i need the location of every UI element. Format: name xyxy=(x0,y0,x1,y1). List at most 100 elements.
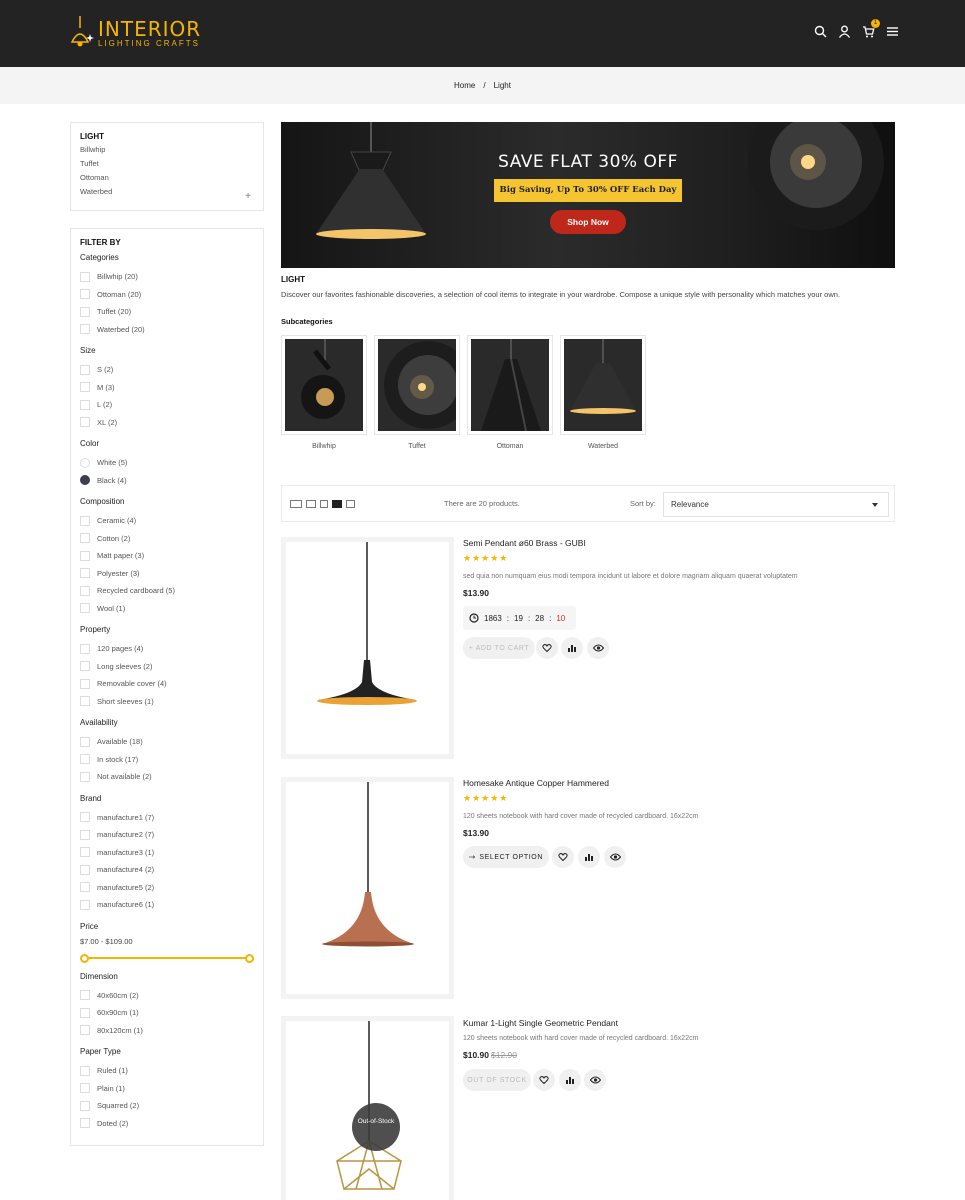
checkbox[interactable] xyxy=(80,1007,90,1018)
subcategory-item[interactable]: Billwhip xyxy=(281,335,367,450)
filter-option[interactable]: Removable cover (4) xyxy=(80,675,254,693)
filter-option[interactable]: L (2) xyxy=(80,396,254,414)
checkbox[interactable] xyxy=(80,864,90,875)
subcategory-label[interactable]: Waterbed xyxy=(560,443,646,450)
filter-option[interactable]: manufacture5 (2) xyxy=(80,879,254,897)
promo-banner[interactable]: SAVE FLAT 30% OFF Big Saving, Up To 30% … xyxy=(281,122,895,268)
filter-option[interactable]: M (3) xyxy=(80,379,254,397)
subcategory-image[interactable] xyxy=(471,339,549,431)
checkbox[interactable] xyxy=(80,324,90,335)
filter-option[interactable]: Matt paper (3) xyxy=(80,547,254,565)
checkbox[interactable] xyxy=(80,289,90,300)
list-large-view-icon[interactable] xyxy=(346,500,355,508)
filter-option[interactable]: Ottoman (20) xyxy=(80,286,254,304)
filter-option[interactable]: Waterbed (20) xyxy=(80,321,254,339)
filter-option[interactable]: manufacture3 (1) xyxy=(80,844,254,862)
price-slider-max-handle[interactable] xyxy=(245,953,254,963)
filter-option[interactable]: Short sleeves (1) xyxy=(80,693,254,711)
list-view-icon[interactable] xyxy=(332,500,342,508)
checkbox[interactable] xyxy=(80,736,90,747)
filter-option[interactable]: 120 pages (4) xyxy=(80,640,254,658)
filter-option[interactable]: 80x120cm (1) xyxy=(80,1022,254,1040)
checkbox[interactable] xyxy=(80,417,90,428)
search-icon[interactable] xyxy=(814,25,827,38)
color-swatch-white[interactable] xyxy=(80,457,90,468)
checkbox[interactable] xyxy=(80,399,90,410)
filter-option[interactable]: Ceramic (4) xyxy=(80,512,254,530)
subcategory-image[interactable] xyxy=(564,339,642,431)
checkbox[interactable] xyxy=(80,364,90,375)
filter-option[interactable]: Long sleeves (2) xyxy=(80,658,254,676)
checkbox[interactable] xyxy=(80,754,90,765)
subcategory-image[interactable] xyxy=(378,339,456,431)
expand-toggle-icon[interactable]: + xyxy=(245,191,251,202)
checkbox[interactable] xyxy=(80,515,90,526)
filter-option[interactable]: In stock (17) xyxy=(80,751,254,769)
add-to-cart-button[interactable]: + ADD TO CART xyxy=(463,637,535,659)
filter-option[interactable]: S (2) xyxy=(80,361,254,379)
grid-3-view-icon[interactable] xyxy=(320,500,328,508)
checkbox[interactable] xyxy=(80,271,90,282)
subcategory-image[interactable] xyxy=(285,339,363,431)
category-block-title[interactable]: LIGHT xyxy=(80,132,254,141)
menu-icon[interactable] xyxy=(886,25,899,38)
product-title[interactable]: Kumar 1-Light Single Geometric Pendant xyxy=(463,1018,618,1028)
filter-option[interactable]: Cotton (2) xyxy=(80,530,254,548)
checkbox[interactable] xyxy=(80,1118,90,1129)
checkbox[interactable] xyxy=(80,771,90,782)
wishlist-button[interactable] xyxy=(533,1069,555,1091)
filter-option[interactable]: 40x60cm (2) xyxy=(80,987,254,1005)
filter-option[interactable]: Doted (2) xyxy=(80,1115,254,1133)
filter-option[interactable]: Not available (2) xyxy=(80,768,254,786)
category-link[interactable]: Ottoman xyxy=(80,171,254,185)
checkbox[interactable] xyxy=(80,678,90,689)
filter-option[interactable]: Black (4) xyxy=(80,472,254,490)
product-image[interactable]: Out-of-Stock xyxy=(281,1016,454,1200)
checkbox[interactable] xyxy=(80,1100,90,1111)
filter-option[interactable]: Ruled (1) xyxy=(80,1062,254,1080)
checkbox[interactable] xyxy=(80,829,90,840)
checkbox[interactable] xyxy=(80,899,90,910)
filter-option[interactable]: Recycled cardboard (5) xyxy=(80,582,254,600)
checkbox[interactable] xyxy=(80,306,90,317)
filter-option[interactable]: Billwhip (20) xyxy=(80,268,254,286)
filter-option[interactable]: Available (18) xyxy=(80,733,254,751)
checkbox[interactable] xyxy=(80,661,90,672)
filter-option[interactable]: manufacture4 (2) xyxy=(80,861,254,879)
select-option-button[interactable]: SELECT OPTION xyxy=(463,846,549,868)
compare-button[interactable] xyxy=(561,637,583,659)
product-title[interactable]: Semi Pendant ø60 Brass - GUBI xyxy=(463,538,586,548)
checkbox[interactable] xyxy=(80,643,90,654)
price-slider[interactable] xyxy=(80,953,254,963)
subcategory-label[interactable]: Ottoman xyxy=(467,443,553,450)
wishlist-button[interactable] xyxy=(536,637,558,659)
checkbox[interactable] xyxy=(80,550,90,561)
subcategory-item[interactable]: Ottoman xyxy=(467,335,553,450)
grid-4-view-icon[interactable] xyxy=(306,500,316,508)
checkbox[interactable] xyxy=(80,990,90,1001)
checkbox[interactable] xyxy=(80,1025,90,1036)
wishlist-button[interactable] xyxy=(552,846,574,868)
filter-option[interactable]: Polyester (3) xyxy=(80,565,254,583)
quick-view-button[interactable] xyxy=(604,846,626,868)
user-icon[interactable] xyxy=(838,25,851,38)
sort-select[interactable]: Relevance xyxy=(663,492,889,517)
category-link[interactable]: Billwhip xyxy=(80,143,254,157)
grid-5-view-icon[interactable] xyxy=(290,500,302,508)
checkbox[interactable] xyxy=(80,382,90,393)
color-swatch-black[interactable] xyxy=(80,475,90,486)
compare-button[interactable] xyxy=(559,1069,581,1091)
checkbox[interactable] xyxy=(80,812,90,823)
product-title[interactable]: Homesake Antique Copper Hammered xyxy=(463,778,609,788)
checkbox[interactable] xyxy=(80,585,90,596)
filter-option[interactable]: Tuffet (20) xyxy=(80,303,254,321)
filter-option[interactable]: White (5) xyxy=(80,454,254,472)
checkbox[interactable] xyxy=(80,1065,90,1076)
filter-option[interactable]: manufacture6 (1) xyxy=(80,896,254,914)
price-slider-min-handle[interactable] xyxy=(80,953,89,963)
checkbox[interactable] xyxy=(80,847,90,858)
product-image[interactable] xyxy=(281,777,454,999)
checkbox[interactable] xyxy=(80,533,90,544)
filter-option[interactable]: 60x90cm (1) xyxy=(80,1004,254,1022)
subcategory-label[interactable]: Billwhip xyxy=(281,443,367,450)
